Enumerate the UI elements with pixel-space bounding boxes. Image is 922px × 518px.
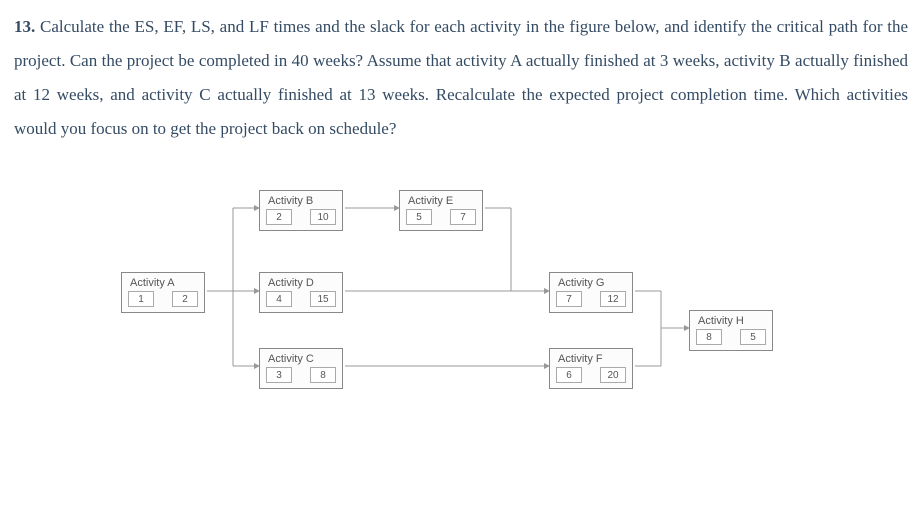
activity-e-val2: 7: [450, 209, 476, 225]
activity-b-val2: 10: [310, 209, 336, 225]
activity-f-val2: 20: [600, 367, 626, 383]
activity-label: Activity B: [260, 191, 342, 209]
activity-label: Activity A: [122, 273, 204, 291]
activity-a-val2: 2: [172, 291, 198, 307]
activity-f-val1: 6: [556, 367, 582, 383]
activity-node-d: Activity D 4 15: [259, 272, 343, 313]
activity-node-e: Activity E 5 7: [399, 190, 483, 231]
activity-label: Activity H: [690, 311, 772, 329]
activity-node-c: Activity C 3 8: [259, 348, 343, 389]
activity-network-diagram: Activity A 1 2 Activity B 2 10 Activity …: [101, 176, 821, 416]
activity-node-b: Activity B 2 10: [259, 190, 343, 231]
activity-label: Activity D: [260, 273, 342, 291]
activity-node-a: Activity A 1 2: [121, 272, 205, 313]
activity-node-g: Activity G 7 12: [549, 272, 633, 313]
activity-node-f: Activity F 6 20: [549, 348, 633, 389]
activity-a-val1: 1: [128, 291, 154, 307]
question-number: 13.: [14, 17, 35, 36]
question-text: 13. Calculate the ES, EF, LS, and LF tim…: [14, 10, 908, 146]
question-body: Calculate the ES, EF, LS, and LF times a…: [14, 17, 908, 138]
activity-h-val2: 5: [740, 329, 766, 345]
activity-label: Activity G: [550, 273, 632, 291]
activity-d-val1: 4: [266, 291, 292, 307]
activity-node-h: Activity H 8 5: [689, 310, 773, 351]
activity-h-val1: 8: [696, 329, 722, 345]
activity-g-val1: 7: [556, 291, 582, 307]
activity-c-val2: 8: [310, 367, 336, 383]
activity-d-val2: 15: [310, 291, 336, 307]
activity-g-val2: 12: [600, 291, 626, 307]
activity-e-val1: 5: [406, 209, 432, 225]
activity-c-val1: 3: [266, 367, 292, 383]
activity-label: Activity F: [550, 349, 632, 367]
activity-b-val1: 2: [266, 209, 292, 225]
activity-label: Activity C: [260, 349, 342, 367]
activity-label: Activity E: [400, 191, 482, 209]
